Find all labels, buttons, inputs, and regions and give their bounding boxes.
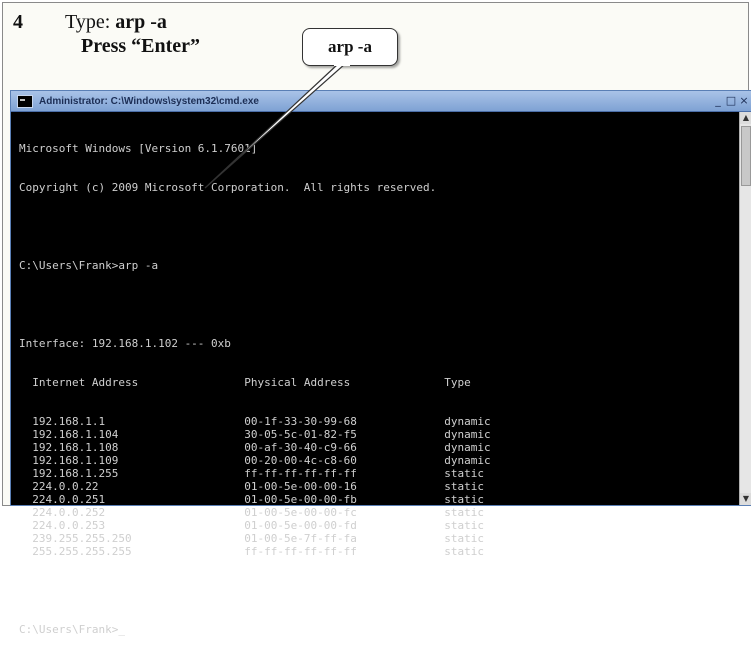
- arp-type: static: [444, 467, 484, 480]
- arp-physical-address: 01-00-5e-00-00-fd: [244, 519, 357, 532]
- maximize-button[interactable]: □: [725, 94, 737, 108]
- arp-entry-row: 192.168.1.109 00-20-00-4c-c8-60 dynamic: [19, 454, 739, 467]
- arp-type: static: [444, 532, 484, 545]
- press-enter-instruction: Press “Enter”: [81, 35, 201, 57]
- header-type: Type: [444, 376, 471, 389]
- arp-internet-address: 239.255.255.250: [32, 532, 132, 545]
- arp-physical-address: 00-20-00-4c-c8-60: [244, 454, 357, 467]
- arp-entry-row: 224.0.0.22 01-00-5e-00-00-16 static: [19, 480, 739, 493]
- arp-type: static: [444, 493, 484, 506]
- arp-table-header: Internet Address Physical Address Type: [19, 376, 739, 389]
- arp-table: 192.168.1.1 00-1f-33-30-99-68 dynamic 192.…: [19, 415, 739, 558]
- arp-internet-address: 192.168.1.1: [32, 415, 106, 428]
- arp-type: dynamic: [444, 454, 491, 467]
- arp-entry-row: 192.168.1.104 30-05-5c-01-82-f5 dynamic: [19, 428, 739, 441]
- minimize-button[interactable]: _: [712, 94, 724, 108]
- arp-physical-address: 01-00-5e-7f-ff-fa: [244, 532, 357, 545]
- arp-entry-row: 224.0.0.251 01-00-5e-00-00-fb static: [19, 493, 739, 506]
- type-command: arp -a: [115, 11, 167, 33]
- copyright-line: Copyright (c) 2009 Microsoft Corporation…: [19, 181, 437, 194]
- arp-entry-row: 239.255.255.250 01-00-5e-7f-ff-fa static: [19, 532, 739, 545]
- arp-physical-address: 30-05-5c-01-82-f5: [244, 428, 357, 441]
- arp-type: dynamic: [444, 428, 491, 441]
- arp-internet-address: 192.168.1.108: [32, 441, 119, 454]
- scroll-down-icon[interactable]: ▼: [740, 493, 751, 505]
- arp-type: static: [444, 545, 484, 558]
- scroll-up-icon[interactable]: ▲: [740, 112, 751, 124]
- header-physical-address: Physical Address: [244, 376, 351, 389]
- arp-physical-address: 00-1f-33-30-99-68: [244, 415, 357, 428]
- command-line: C:\Users\Frank>arp -a: [19, 259, 159, 272]
- arp-internet-address: 192.168.1.104: [32, 428, 119, 441]
- version-line: Microsoft Windows [Version 6.1.7601]: [19, 142, 258, 155]
- arp-entry-row: 192.168.1.255 ff-ff-ff-ff-ff-ff static: [19, 467, 739, 480]
- arp-internet-address: 255.255.255.255: [32, 545, 132, 558]
- arp-internet-address: 192.168.1.109: [32, 454, 119, 467]
- arp-type: dynamic: [444, 415, 491, 428]
- arp-physical-address: 01-00-5e-00-00-16: [244, 480, 357, 493]
- header-internet-address: Internet Address: [32, 376, 139, 389]
- arp-physical-address: 01-00-5e-00-00-fb: [244, 493, 357, 506]
- final-prompt[interactable]: C:\Users\Frank>_: [19, 623, 739, 636]
- window-controls: _ □ ×: [711, 94, 750, 108]
- command-callout: arp -a: [302, 28, 398, 66]
- arp-internet-address: 224.0.0.251: [32, 493, 106, 506]
- console-output[interactable]: Microsoft Windows [Version 6.1.7601] Cop…: [11, 112, 739, 636]
- arp-entry-row: 192.168.1.1 00-1f-33-30-99-68 dynamic: [19, 415, 739, 428]
- arp-internet-address: 224.0.0.22: [32, 480, 99, 493]
- arp-type: static: [444, 519, 484, 532]
- arp-internet-address: 192.168.1.255: [32, 467, 119, 480]
- type-label: Type:: [65, 11, 111, 33]
- close-button[interactable]: ×: [738, 94, 750, 108]
- vertical-scrollbar[interactable]: ▲ ▼: [739, 112, 751, 505]
- step-number: 4: [13, 11, 23, 33]
- arp-physical-address: 00-af-30-40-c9-66: [244, 441, 357, 454]
- arp-type: static: [444, 480, 484, 493]
- arp-entry-row: 192.168.1.108 00-af-30-40-c9-66 dynamic: [19, 441, 739, 454]
- window-title: Administrator: C:\Windows\system32\cmd.e…: [39, 95, 259, 107]
- step-instruction: Type: arp -a: [65, 11, 167, 34]
- interface-line: Interface: 192.168.1.102 --- 0xb: [19, 337, 231, 350]
- arp-physical-address: ff-ff-ff-ff-ff-ff: [244, 467, 357, 480]
- arp-type: dynamic: [444, 441, 491, 454]
- scroll-thumb[interactable]: [741, 126, 751, 186]
- cmd-window[interactable]: Administrator: C:\Windows\system32\cmd.e…: [10, 90, 751, 636]
- arp-internet-address: 224.0.0.253: [32, 519, 106, 532]
- arp-entry-row: 255.255.255.255 ff-ff-ff-ff-ff-ff static: [19, 545, 739, 558]
- arp-physical-address: ff-ff-ff-ff-ff-ff: [244, 545, 357, 558]
- arp-entry-row: 224.0.0.253 01-00-5e-00-00-fd static: [19, 519, 739, 532]
- title-bar[interactable]: Administrator: C:\Windows\system32\cmd.e…: [11, 91, 751, 112]
- console-icon: [17, 94, 33, 108]
